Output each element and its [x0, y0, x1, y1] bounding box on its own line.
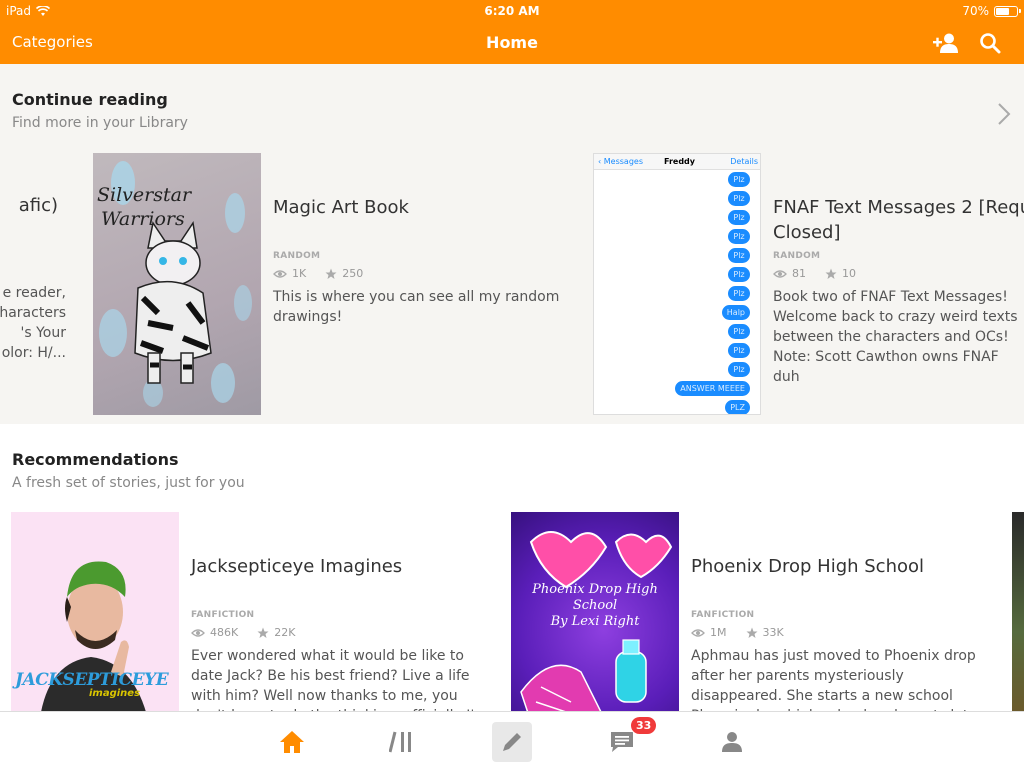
- tab-home[interactable]: [272, 722, 312, 762]
- pencil-icon: [503, 733, 521, 751]
- star-icon: [746, 627, 757, 638]
- story-title: afic): [18, 195, 58, 216]
- section-title: Recommendations: [12, 450, 179, 469]
- battery-icon: [994, 5, 1021, 17]
- chevron-right-icon[interactable]: [996, 102, 1012, 126]
- message-bubble: Plz: [728, 286, 750, 301]
- story-description: e reader, characters 's Your olor: H/...: [0, 285, 66, 361]
- eye-icon: [273, 269, 287, 278]
- notification-badge: 33: [630, 716, 658, 735]
- story-title[interactable]: Phoenix Drop High School: [691, 554, 991, 579]
- tab-bar: 33: [0, 711, 1024, 768]
- page-title: Home: [486, 33, 538, 52]
- cover-title: JACKSEPTICEYE: [15, 670, 169, 690]
- story-card[interactable]: JACKSEPTICEYE imagines Jacksepticeye Ima…: [11, 512, 501, 712]
- story-cover[interactable]: ‹ Messages Freddy Details Plz Plz Plz Plz Pl…: [593, 153, 761, 415]
- vote-count: 10: [842, 267, 856, 280]
- battery-percent: 70%: [962, 4, 989, 18]
- eye-icon: [191, 628, 205, 637]
- story-title[interactable]: Jacksepticeye Imagines: [191, 554, 491, 579]
- cover-message-header: ‹ Messages Freddy Details: [594, 154, 760, 170]
- vote-count: 33K: [762, 626, 784, 639]
- story-cover-partial[interactable]: [1012, 512, 1024, 712]
- story-cover[interactable]: JACKSEPTICEYE imagines: [11, 512, 179, 712]
- story-cover[interactable]: Silverstar Warriors: [93, 153, 261, 415]
- app-header: iPad 6:20 AM 70% Categories Home: [0, 0, 1024, 64]
- story-cover[interactable]: Phoenix Drop High School By Lexi Right: [511, 512, 679, 712]
- cover-subtitle: imagines: [89, 688, 141, 699]
- star-icon: [257, 627, 269, 638]
- vote-count: 22K: [274, 626, 296, 639]
- message-bubble: Halp: [721, 305, 750, 320]
- story-category: FANFICTION: [691, 610, 755, 620]
- story-category: FANFICTION: [191, 610, 255, 620]
- battery: 70%: [962, 4, 1021, 18]
- story-card-partial[interactable]: afic) e reader, characters 's Your olor:…: [0, 153, 80, 415]
- cover-contact-name: Freddy: [664, 157, 695, 166]
- story-title[interactable]: FNAF Text Messages 2 [Requests Closed]: [773, 195, 1024, 245]
- add-person-icon: [933, 33, 958, 53]
- eye-icon: [691, 628, 705, 637]
- cover-details-label: Details: [730, 157, 758, 166]
- battery-fill: [996, 7, 1009, 15]
- search-button[interactable]: [976, 29, 1004, 57]
- read-count: 1K: [292, 267, 307, 280]
- story-title[interactable]: Magic Art Book: [273, 195, 573, 220]
- message-bubble: Plz: [728, 267, 750, 282]
- chat-icon: [611, 732, 633, 752]
- message-bubble: ANSWER MEEEE: [675, 381, 750, 396]
- status-time: 6:20 AM: [484, 4, 540, 18]
- story-description: Ever wondered what it would be like to d…: [191, 648, 488, 712]
- story-description: This is where you can see all my random …: [273, 289, 560, 325]
- read-count: 486K: [210, 626, 239, 639]
- message-bubble: PLZ: [725, 400, 750, 414]
- story-description: Book two of FNAF Text Messages! Welcome …: [773, 289, 1018, 385]
- cover-title: Silverstar Warriors: [97, 184, 192, 230]
- recommendations-section: Recommendations A fresh set of stories, …: [0, 424, 1024, 712]
- story-stats: 1M 33K: [691, 626, 784, 639]
- read-count: 1M: [710, 626, 727, 639]
- story-stats: 1K 250: [273, 267, 363, 280]
- section-subtitle: A fresh set of stories, just for you: [12, 475, 245, 491]
- star-icon: [325, 268, 337, 279]
- tab-library[interactable]: [382, 722, 422, 762]
- home-icon: [280, 731, 304, 753]
- search-icon: [980, 33, 1001, 54]
- person-icon: [722, 732, 742, 752]
- tab-write[interactable]: [492, 722, 532, 762]
- message-bubble: Plz: [728, 343, 750, 358]
- library-icon: [389, 731, 411, 753]
- story-card[interactable]: ‹ Messages Freddy Details Plz Plz Plz Plz Pl…: [593, 153, 1024, 415]
- add-friend-button[interactable]: [932, 29, 960, 57]
- message-bubble: Plz: [728, 248, 750, 263]
- message-bubble: Plz: [728, 362, 750, 377]
- story-category: RANDOM: [773, 251, 821, 261]
- message-bubble: Plz: [728, 229, 750, 244]
- vote-count: 250: [342, 267, 364, 280]
- status-bar: iPad 6:20 AM 70%: [0, 0, 1024, 22]
- story-stats: 486K 22K: [191, 626, 295, 639]
- message-bubble: Plz: [728, 210, 750, 225]
- eye-icon: [773, 269, 787, 278]
- cover-title: Phoenix Drop High School By Lexi Right: [532, 582, 658, 629]
- section-subtitle[interactable]: Find more in your Library: [12, 115, 188, 131]
- read-count: 81: [792, 267, 806, 280]
- message-bubble: Plz: [728, 324, 750, 339]
- story-description: Aphmau has just moved to Phoenix drop af…: [691, 648, 976, 712]
- tab-profile[interactable]: [712, 722, 752, 762]
- message-bubble: Plz: [728, 172, 750, 187]
- story-category: RANDOM: [273, 251, 321, 261]
- cover-back-label: ‹ Messages: [598, 157, 643, 166]
- story-card[interactable]: Phoenix Drop High School By Lexi Right P…: [511, 512, 1001, 712]
- star-icon: [825, 268, 837, 279]
- section-title: Continue reading: [12, 90, 168, 109]
- message-bubble: Plz: [728, 191, 750, 206]
- continue-reading-section: Continue reading Find more in your Libra…: [0, 64, 1024, 424]
- story-card[interactable]: Silverstar Warriors Magic Art Book RANDO…: [93, 153, 573, 415]
- story-stats: 81 10: [773, 267, 856, 280]
